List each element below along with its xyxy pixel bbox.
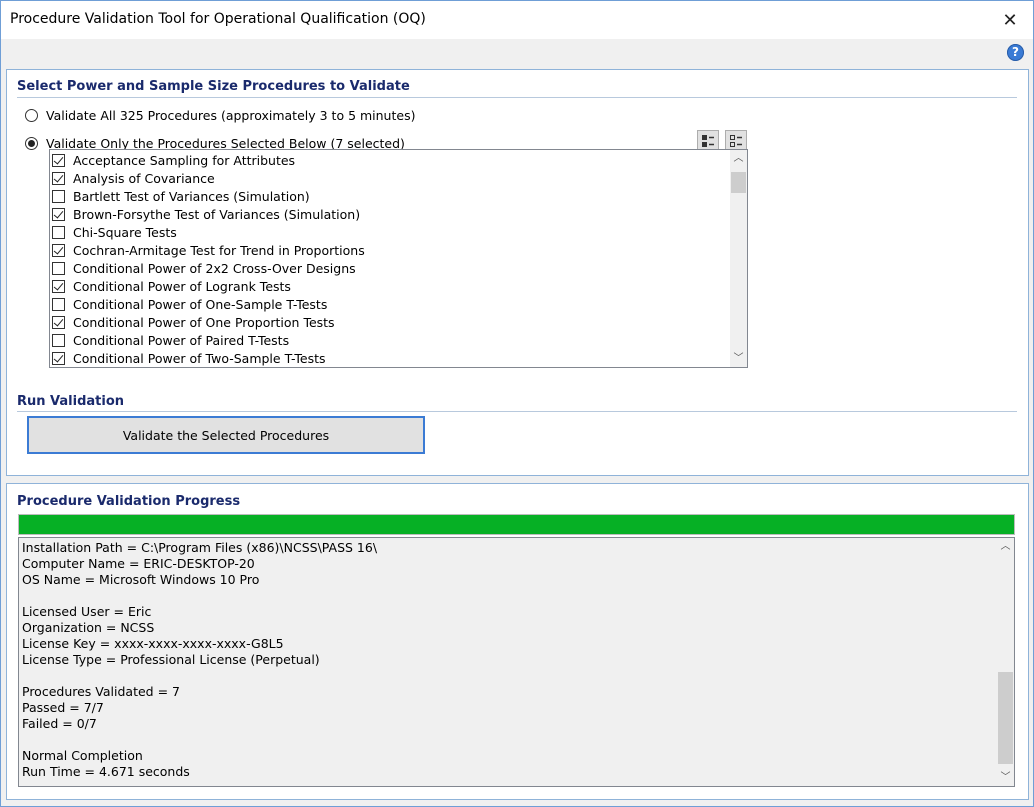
log-scroll-down-icon[interactable]: ﹀ (997, 769, 1014, 786)
procedure-checkbox[interactable] (52, 171, 65, 185)
procedure-label: Conditional Power of Two-Sample T-Tests (73, 350, 326, 366)
check-all-icon (702, 135, 714, 147)
procedure-list-scrollbar[interactable]: ︿ ﹀ (730, 150, 747, 367)
procedure-label: Bartlett Test of Variances (Simulation) (73, 188, 310, 204)
procedure-list-item[interactable]: Conditional Power of Logrank Tests (52, 277, 291, 295)
run-section-title: Run Validation (17, 394, 125, 409)
procedure-label: Chi-Square Tests (73, 224, 177, 240)
scroll-thumb[interactable] (731, 172, 746, 193)
scroll-up-icon[interactable]: ︿ (730, 150, 747, 167)
procedure-checkbox[interactable] (52, 351, 65, 365)
scroll-down-icon[interactable]: ﹀ (730, 350, 747, 367)
procedure-list-item[interactable]: Cochran-Armitage Test for Trend in Propo… (52, 241, 365, 259)
radio-selected-button[interactable] (25, 137, 38, 150)
run-section-divider (17, 411, 1017, 412)
procedure-list-item[interactable]: Acceptance Sampling for Attributes (52, 151, 295, 169)
log-scroll-thumb[interactable] (998, 672, 1013, 764)
log-scroll-up-icon[interactable]: ︿ (997, 538, 1014, 555)
procedure-checkbox[interactable] (52, 189, 65, 203)
procedure-list-item[interactable]: Conditional Power of Paired T-Tests (52, 331, 289, 349)
log-scrollbar[interactable]: ︿ ﹀ (997, 538, 1014, 786)
procedure-checkbox[interactable] (52, 225, 65, 239)
log-line: Passed = 7/7 (22, 700, 104, 715)
close-icon: ✕ (1002, 9, 1018, 31)
procedure-checkbox[interactable] (52, 297, 65, 311)
log-line: Failed = 0/7 (22, 716, 97, 731)
procedure-checkbox[interactable] (52, 243, 65, 257)
procedure-list-item[interactable]: Bartlett Test of Variances (Simulation) (52, 187, 310, 205)
procedure-list-item[interactable]: Conditional Power of One Proportion Test… (52, 313, 335, 331)
procedure-checkbox[interactable] (52, 207, 65, 221)
procedure-label: Cochran-Armitage Test for Trend in Propo… (73, 242, 365, 258)
procedure-checkbox[interactable] (52, 261, 65, 275)
progress-panel: Procedure Validation Progress Installati… (6, 483, 1029, 800)
log-line: OS Name = Microsoft Windows 10 Pro (22, 572, 260, 587)
procedure-list-item[interactable]: Analysis of Covariance (52, 169, 215, 187)
procedure-checkbox[interactable] (52, 315, 65, 329)
procedure-label: Conditional Power of Logrank Tests (73, 278, 291, 294)
log-line: Procedures Validated = 7 (22, 684, 180, 699)
procedure-label: Brown-Forsythe Test of Variances (Simula… (73, 206, 361, 222)
procedure-label: Conditional Power of One Proportion Test… (73, 314, 335, 330)
validate-selected-button[interactable]: Validate the Selected Procedures (27, 416, 425, 454)
procedure-checkbox[interactable] (52, 153, 65, 167)
procedure-list-item[interactable]: Conditional Power of Two-Sample T-Tests (52, 349, 326, 367)
log-line: License Key = xxxx-xxxx-xxxx-xxxx-G8L5 (22, 636, 284, 651)
log-line: Run Time = 4.671 seconds (22, 764, 190, 779)
procedure-label: Conditional Power of One-Sample T-Tests (73, 296, 328, 312)
validation-log[interactable]: Installation Path = C:\Program Files (x8… (18, 537, 1015, 787)
procedure-checkbox[interactable] (52, 279, 65, 293)
window-title: Procedure Validation Tool for Operationa… (10, 11, 426, 27)
close-button[interactable]: ✕ (987, 1, 1033, 39)
procedure-label: Conditional Power of Paired T-Tests (73, 332, 290, 348)
procedure-list-item[interactable]: Conditional Power of 2x2 Cross-Over Desi… (52, 259, 356, 277)
progress-bar-fill (19, 515, 1014, 534)
log-line: Normal Completion (22, 748, 143, 763)
procedure-label: Analysis of Covariance (73, 170, 215, 186)
title-bar: Procedure Validation Tool for Operationa… (1, 1, 1033, 39)
selection-panel: Select Power and Sample Size Procedures … (6, 69, 1029, 476)
radio-all-label: Validate All 325 Procedures (approximate… (46, 108, 416, 123)
procedure-listbox[interactable]: Acceptance Sampling for Attributes Analys… (49, 149, 748, 368)
log-line: Licensed User = Eric (22, 604, 152, 619)
procedure-label: Conditional Power of 2x2 Cross-Over Desi… (73, 260, 356, 276)
progress-section-title: Procedure Validation Progress (17, 494, 241, 509)
help-icon[interactable]: ? (1007, 44, 1024, 61)
log-line: Organization = NCSS (22, 620, 155, 635)
procedure-list-item[interactable]: Conditional Power of One-Sample T-Tests (52, 295, 327, 313)
procedure-checkbox[interactable] (52, 333, 65, 347)
uncheck-all-icon (730, 135, 742, 147)
procedure-list-item[interactable]: Brown-Forsythe Test of Variances (Simula… (52, 205, 360, 223)
radio-all-button[interactable] (25, 109, 38, 122)
log-line: Computer Name = ERIC-DESKTOP-20 (22, 556, 255, 571)
procedure-list-item[interactable]: Chi-Square Tests (52, 223, 177, 241)
select-section-divider (17, 97, 1017, 98)
log-line: License Type = Professional License (Per… (22, 652, 320, 667)
dialog-window: Procedure Validation Tool for Operationa… (0, 0, 1034, 807)
procedure-label: Acceptance Sampling for Attributes (73, 152, 296, 168)
select-section-title: Select Power and Sample Size Procedures … (17, 79, 410, 94)
log-line: Installation Path = C:\Program Files (x8… (22, 540, 378, 555)
progress-bar (18, 514, 1015, 535)
radio-validate-all[interactable]: Validate All 325 Procedures (approximate… (25, 108, 415, 123)
